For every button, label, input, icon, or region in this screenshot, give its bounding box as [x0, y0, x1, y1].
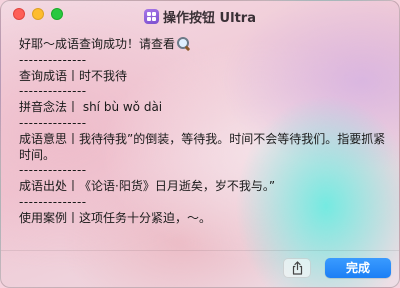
app-grid-icon: [144, 9, 160, 24]
share-icon: [292, 261, 303, 275]
separator-line: --------------: [19, 163, 87, 178]
done-button[interactable]: 完成: [325, 258, 391, 278]
separator-line: --------------: [19, 84, 87, 99]
example-line: 使用案例丨这项任务十分紧迫，～。: [19, 210, 212, 225]
intro-line: 好耶～成语查询成功！请查看: [19, 37, 389, 53]
intro-text: 好耶～成语查询成功！请查看: [19, 37, 176, 51]
title-bar[interactable]: 操作按钮 Ultra: [1, 1, 399, 29]
app-window: 操作按钮 Ultra 好耶～成语查询成功！请查看 -------------- …: [0, 0, 400, 288]
source-line: 成语出处丨《论语·阳货》日月逝矣，岁不我与。”: [19, 179, 276, 194]
footer-divider: [1, 250, 399, 251]
meaning-line: 成语意思丨我待待我”的倒装，等待我。时间不会等待我们。指要抓紧时间。: [19, 131, 386, 162]
pinyin-line: 拼音念法丨 shí bù wǒ dài: [19, 100, 163, 115]
window-title: 操作按钮 Ultra: [163, 11, 256, 26]
separator-line: --------------: [19, 194, 87, 209]
idiom-query-line: 查询成语丨时不我待: [19, 68, 128, 83]
separator-line: --------------: [19, 115, 87, 130]
separator-line: --------------: [19, 52, 87, 67]
window-title-group: 操作按钮 Ultra: [1, 6, 399, 26]
result-text-area: 好耶～成语查询成功！请查看 -------------- 查询成语丨时不我待 -…: [19, 37, 389, 227]
share-button[interactable]: [283, 258, 311, 278]
magnifying-glass-icon: [176, 37, 190, 52]
